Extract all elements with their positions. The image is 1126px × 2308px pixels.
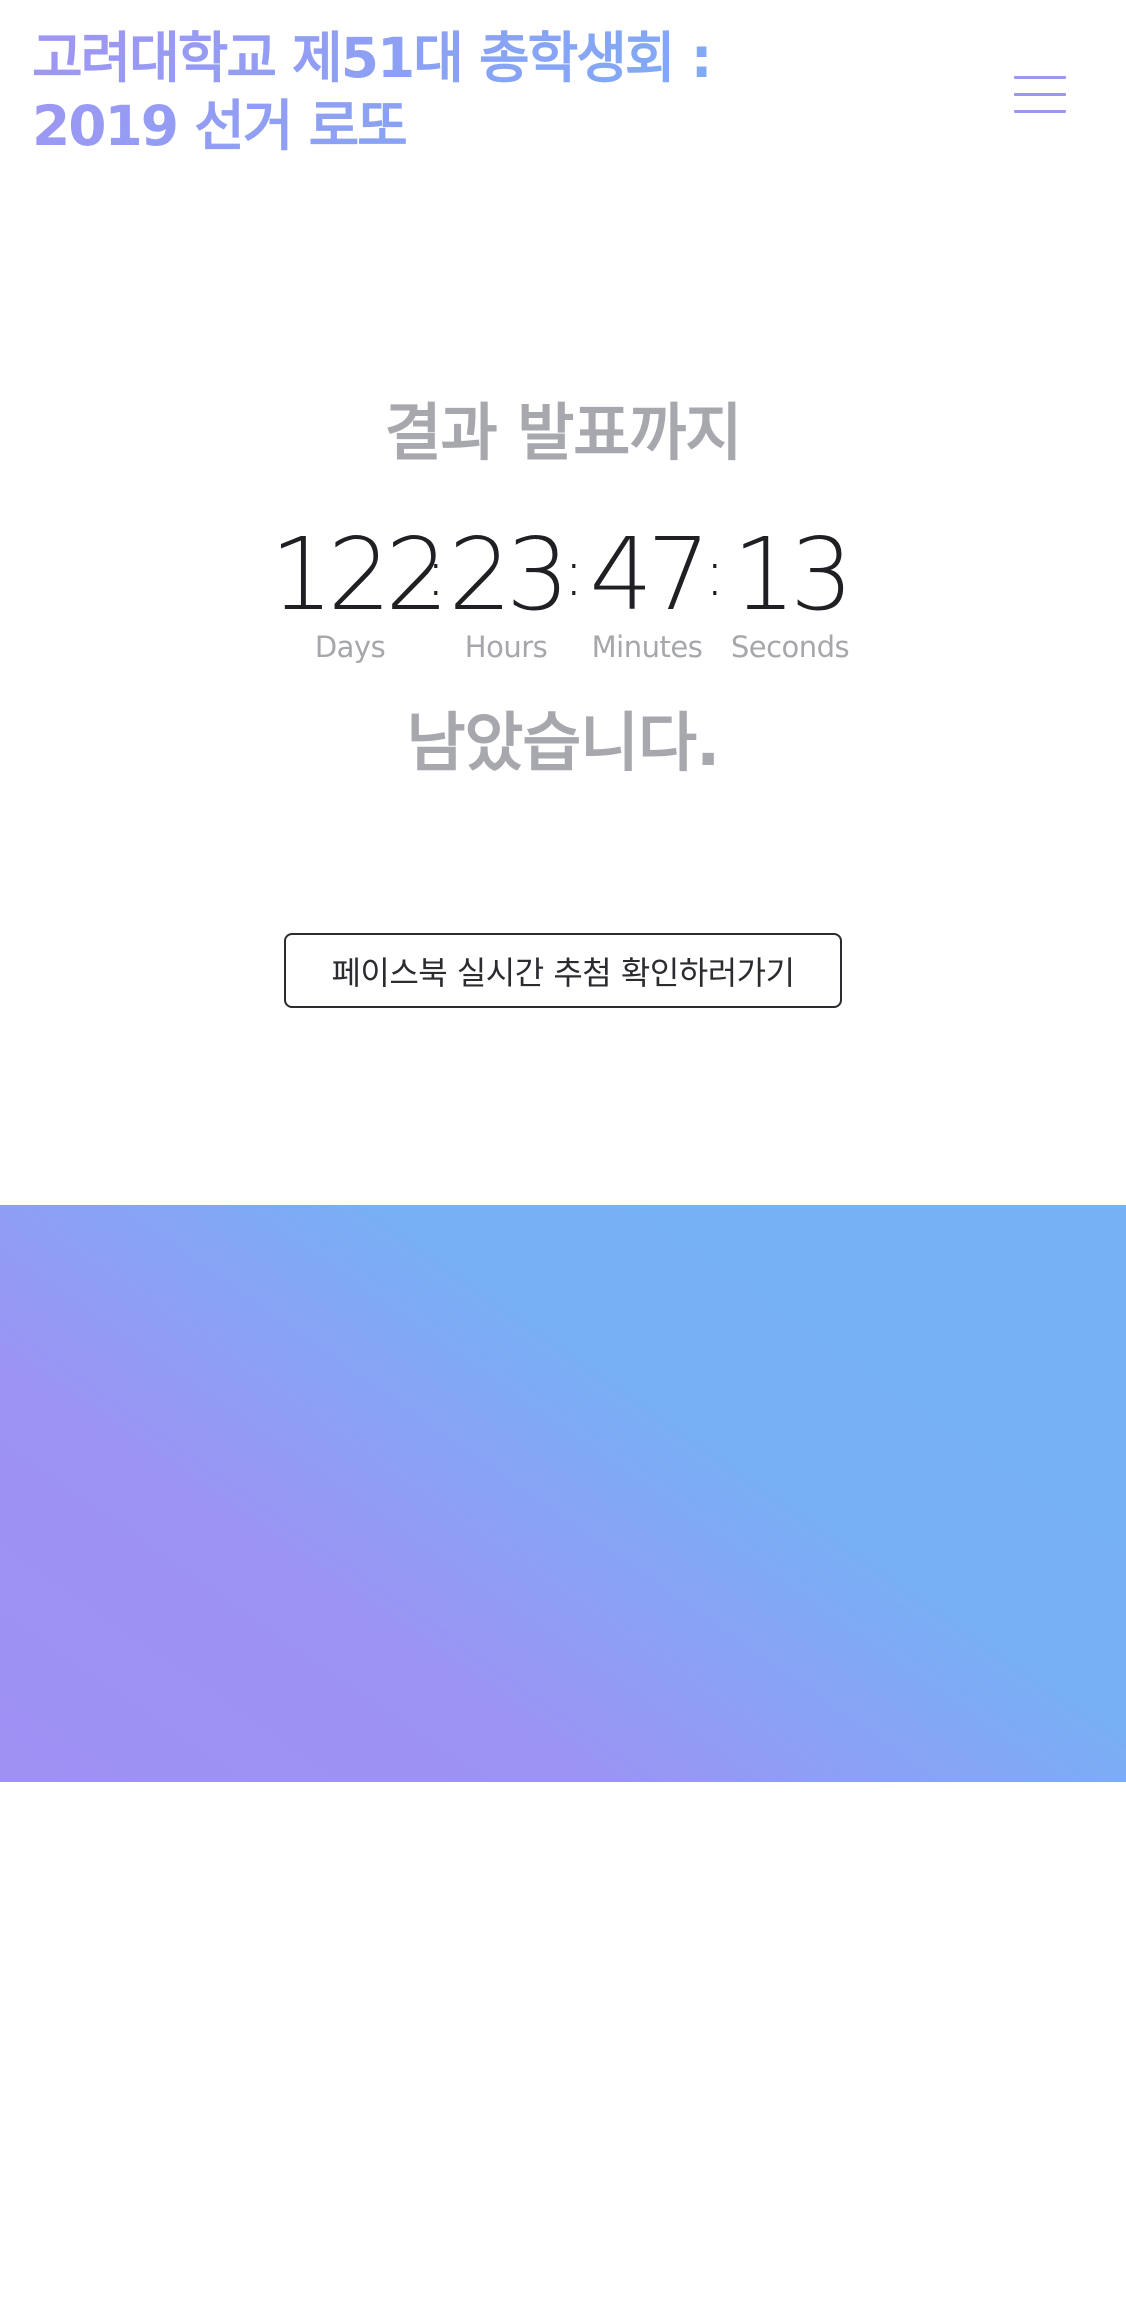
minutes-label: Minutes bbox=[591, 630, 703, 664]
menu-bar-top bbox=[1014, 76, 1066, 79]
countdown-remaining-label: 남았습니다. bbox=[406, 707, 721, 781]
countdown-days: 122 Days bbox=[270, 516, 449, 665]
hours-label: Hours bbox=[464, 630, 548, 664]
facebook-live-draw-button[interactable]: 페이스북 실시간 추첨 확인하러가기 bbox=[284, 933, 842, 1008]
countdown-minutes: 47 Minutes bbox=[574, 516, 720, 665]
hours-value: 23 bbox=[448, 516, 569, 633]
countdown-until-label: 결과 발표까지 bbox=[384, 396, 743, 469]
countdown-seconds: 13 Seconds bbox=[722, 516, 858, 665]
days-label: Days bbox=[314, 630, 386, 664]
countdown-hours: 23 Hours bbox=[431, 516, 581, 665]
site-title-line-1: 고려대학교 제51대 총학생회 : bbox=[32, 26, 711, 90]
minutes-value: 47 bbox=[589, 516, 710, 633]
countdown-timer: 122 Days : 23 Hours : 47 Minutes : 13 Se… bbox=[0, 520, 1126, 680]
days-value: 122 bbox=[270, 516, 449, 633]
menu-bar-middle bbox=[1014, 93, 1066, 96]
site-title[interactable]: 고려대학교 제51대 총학생회 : 2019 선거 로또 bbox=[32, 24, 812, 160]
site-title-line-2: 2019 선거 로또 bbox=[32, 94, 406, 158]
menu-bar-bottom bbox=[1014, 110, 1066, 113]
seconds-value: 13 bbox=[732, 516, 853, 633]
page: 고려대학교 제51대 총학생회 : 2019 선거 로또 결과 발표까지 122… bbox=[0, 0, 1126, 2308]
seconds-label: Seconds bbox=[730, 630, 850, 664]
gradient-banner bbox=[0, 1205, 1126, 1782]
hamburger-menu-icon[interactable] bbox=[1014, 74, 1066, 114]
